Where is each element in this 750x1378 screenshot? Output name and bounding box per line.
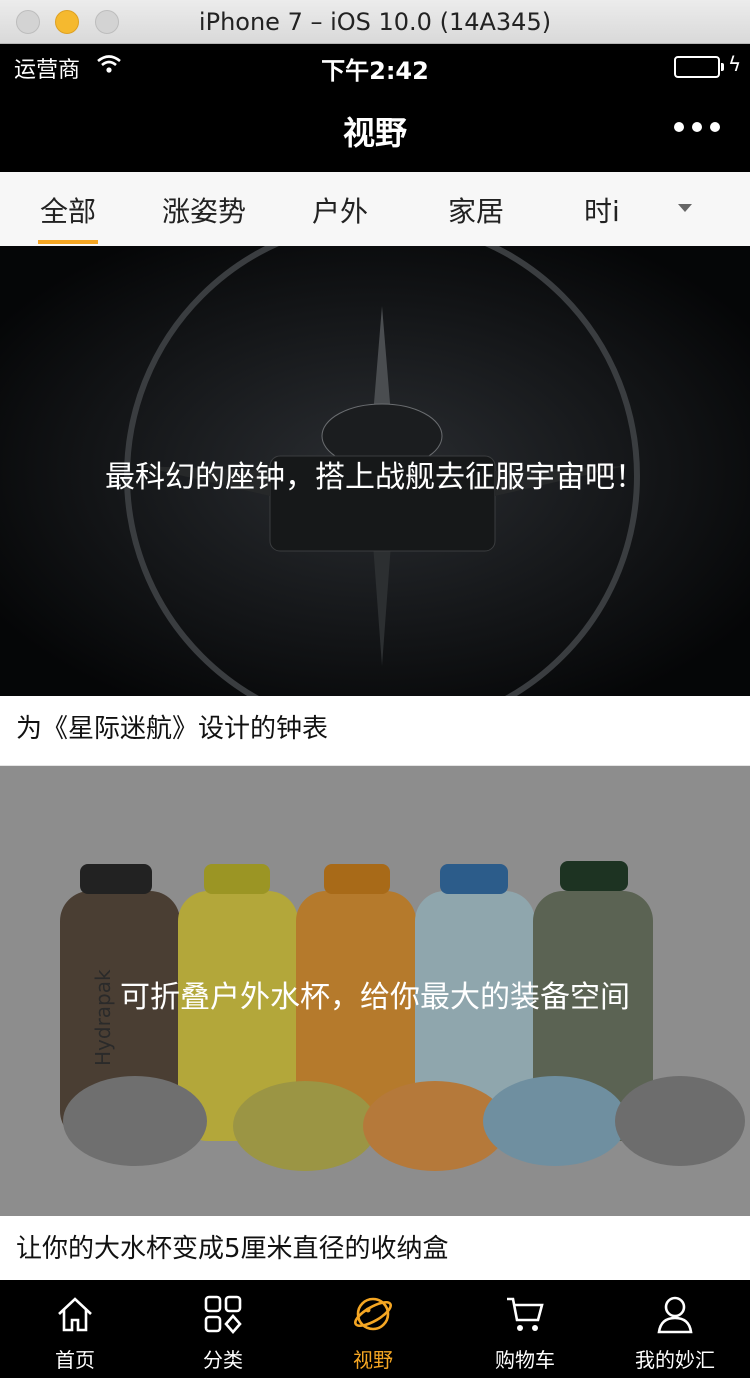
user-icon [657,1296,693,1334]
tab-home[interactable]: 家居 [448,190,504,230]
window-title: iPhone 7 – iOS 10.0 (14A345) [198,8,552,36]
navigation-bar: 视野 [0,88,750,172]
feed-image-clock[interactable]: 最科幻的座钟，搭上战舰去征服宇宙吧！ [0,246,750,696]
charging-icon: ϟ [728,52,742,76]
category-tabs: 全部 涨姿势 户外 家居 时i [0,172,750,246]
more-options-icon[interactable] [674,122,720,132]
tab-outdoor[interactable]: 户外 [312,190,368,230]
bottom-tab-cart[interactable]: 购物车 [450,1280,600,1378]
home-icon [58,1297,92,1332]
bottom-tab-profile[interactable]: 我的妙汇 [600,1280,750,1378]
feed-title-overlay: 可折叠户外水杯，给你最大的装备空间 [120,980,630,1015]
status-time: 下午2:42 [321,57,429,85]
bottom-tab-bar: 首页 分类 视野 购物车 我的妙汇 [0,1280,750,1378]
feed-image-bottles[interactable]: Hydrapak 可折叠户外水杯，给你最大的装备空间 [0,766,750,1216]
bottom-tab-vision[interactable]: 视野 [298,1280,448,1378]
feed-caption[interactable]: 为《星际迷航》设计的钟表 [16,708,328,745]
feed-caption[interactable]: 让你的大水杯变成5厘米直径的收纳盒 [16,1228,449,1265]
battery-icon [674,56,724,78]
category-icon [204,1295,242,1334]
planet-icon [354,1297,392,1331]
simulator-titlebar: iPhone 7 – iOS 10.0 (14A345) [0,0,750,44]
tabs-expand-icon[interactable] [678,204,692,212]
tab-fashion-partial[interactable]: 时i [584,190,624,230]
tab-knowledge[interactable]: 涨姿势 [162,190,246,230]
cart-icon [507,1297,544,1331]
feed-title-overlay: 最科幻的座钟，搭上战舰去征服宇宙吧！ [105,460,645,495]
status-bar: 运营商 下午2:42 ϟ [0,44,750,88]
tab-all[interactable]: 全部 [37,190,99,244]
bottom-tab-home[interactable]: 首页 [0,1280,150,1378]
bottom-tab-category[interactable]: 分类 [148,1280,298,1378]
page-title: 视野 [342,114,407,152]
